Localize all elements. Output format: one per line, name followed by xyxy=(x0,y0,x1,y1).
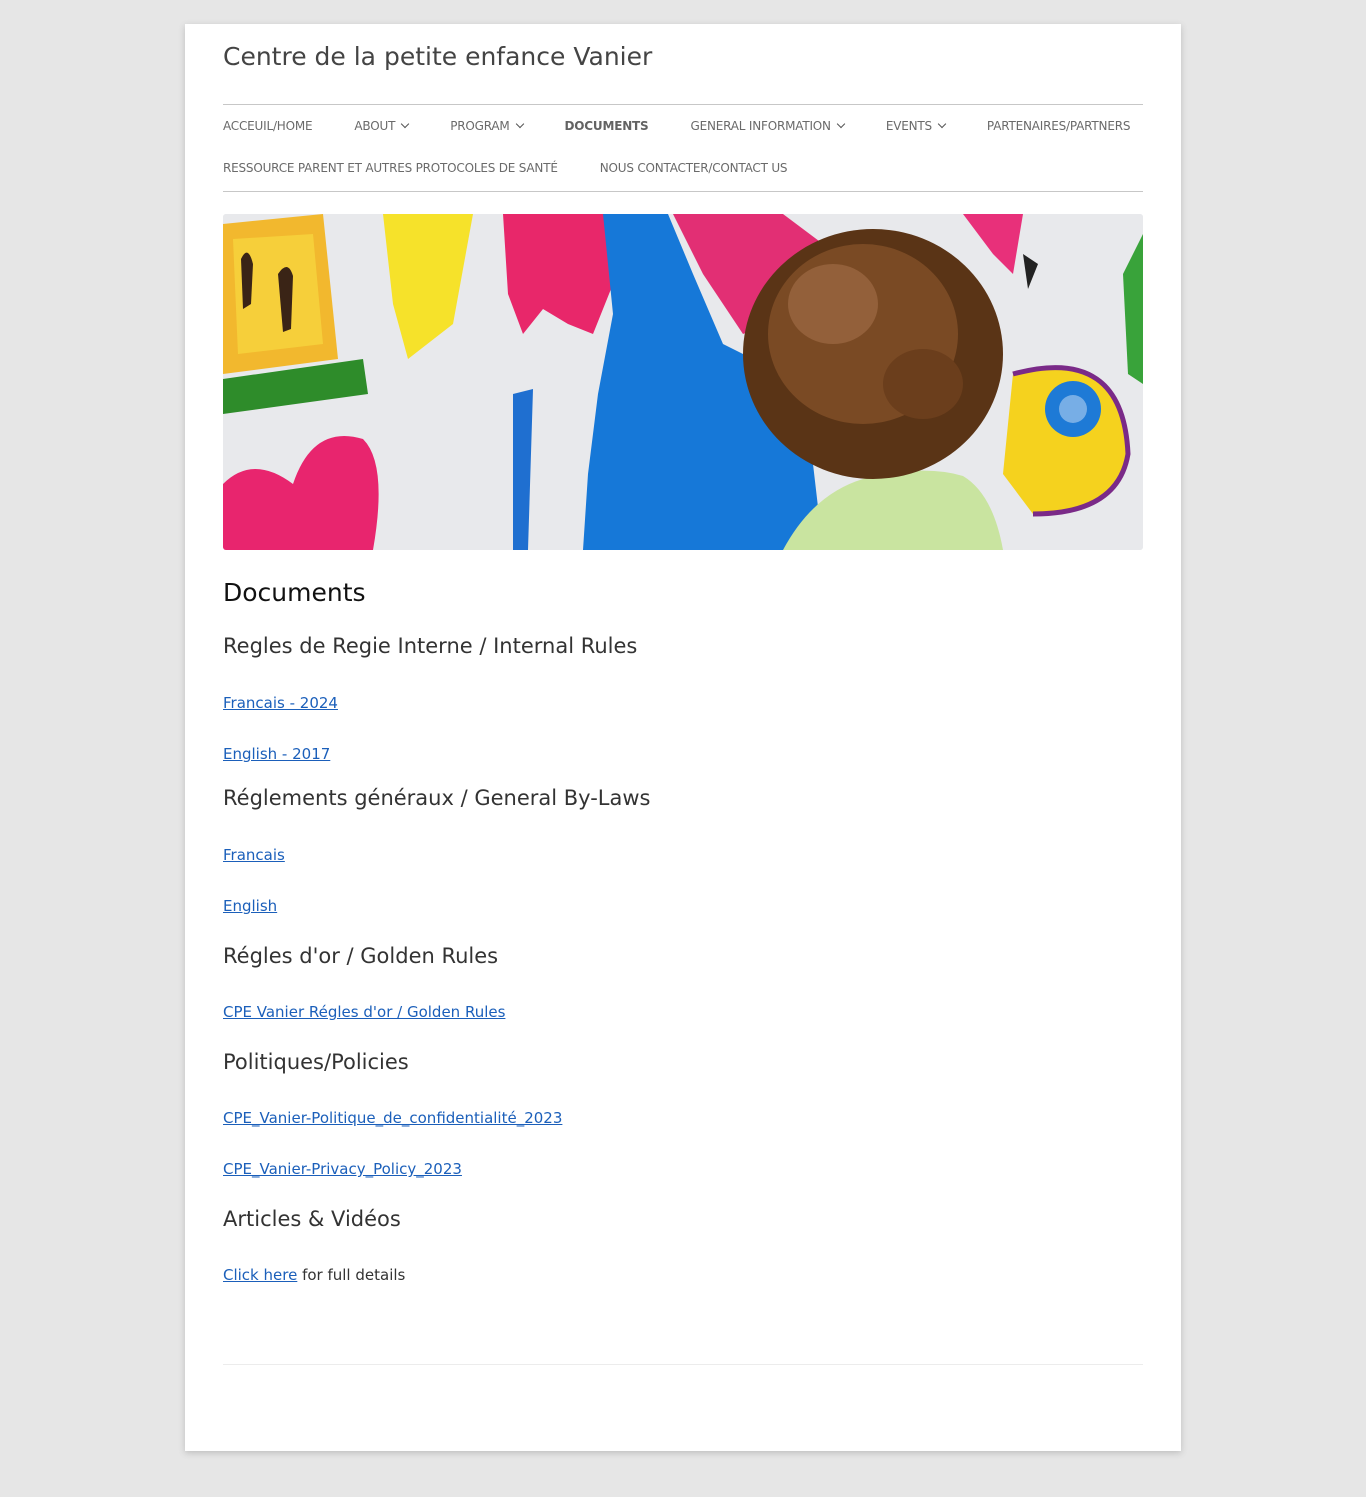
nav-label: PROGRAM xyxy=(450,119,510,133)
main-navigation: ACCEUIL/HOME ABOUT PROGRAM DOCUMENTS GEN… xyxy=(223,104,1143,192)
section-policies: Politiques/Policies xyxy=(223,1050,409,1074)
section-heading: Réglements généraux / General By-Laws xyxy=(223,786,651,810)
site-title[interactable]: Centre de la petite enfance Vanier xyxy=(223,42,1143,71)
nav-label: DOCUMENTS xyxy=(564,119,649,133)
section-internal-rules: Regles de Regie Interne / Internal Rules xyxy=(223,634,637,658)
nav-label: PARTENAIRES/PARTNERS xyxy=(986,119,1131,133)
chevron-down-icon xyxy=(515,119,524,129)
nav-item-program[interactable]: PROGRAM xyxy=(450,119,524,133)
footer-divider xyxy=(223,1364,1143,1365)
nav-label: NOUS CONTACTER/CONTACT US xyxy=(599,161,788,175)
nav-item-home[interactable]: ACCEUIL/HOME xyxy=(223,119,313,133)
document-link-internal-rules-french[interactable]: Francais - 2024 xyxy=(223,694,338,712)
section-golden-rules: Régles d'or / Golden Rules xyxy=(223,944,498,968)
main-content: Documents Regles de Regie Interne / Inte… xyxy=(223,572,1143,1284)
nav-item-contact[interactable]: NOUS CONTACTER/CONTACT US xyxy=(600,161,788,175)
document-link-privacy-policy-french[interactable]: CPE_Vanier-Politique_de_confidentialité_… xyxy=(223,1109,562,1127)
document-link-bylaws-english[interactable]: English xyxy=(223,897,277,915)
header-image xyxy=(223,214,1143,550)
articles-paragraph: Click here for full details xyxy=(223,1265,405,1284)
section-heading: Regles de Regie Interne / Internal Rules xyxy=(223,634,638,658)
nav-item-partners[interactable]: PARTENAIRES/PARTNERS xyxy=(986,119,1131,133)
chevron-down-icon xyxy=(937,119,947,129)
document-link-internal-rules-english[interactable]: English - 2017 xyxy=(223,745,330,763)
document-link-bylaws-french[interactable]: Francais xyxy=(223,846,285,864)
nav-item-documents[interactable]: DOCUMENTS xyxy=(565,119,649,133)
nav-label: RESSOURCE PARENT ET AUTRES PROTOCOLES DE… xyxy=(223,161,558,175)
document-link-golden-rules[interactable]: CPE Vanier Régles d'or / Golden Rules xyxy=(223,1003,505,1021)
nav-item-about[interactable]: ABOUT xyxy=(354,119,410,133)
section-heading: Régles d'or / Golden Rules xyxy=(223,944,499,968)
section-articles-videos: Articles & Vidéos xyxy=(223,1207,401,1231)
nav-label: GENERAL INFORMATION xyxy=(690,119,831,133)
nav-row-1: ACCEUIL/HOME ABOUT PROGRAM DOCUMENTS GEN… xyxy=(223,105,1172,147)
nav-label: ACCEUIL/HOME xyxy=(223,119,313,133)
nav-item-parent-resources[interactable]: RESSOURCE PARENT ET AUTRES PROTOCOLES DE… xyxy=(223,161,558,175)
section-heading: Articles & Vidéos xyxy=(223,1207,401,1231)
child-painting-illustration xyxy=(223,214,1143,550)
nav-item-events[interactable]: EVENTS xyxy=(885,119,947,133)
nav-label: ABOUT xyxy=(354,119,396,133)
section-general-bylaws: Réglements généraux / General By-Laws xyxy=(223,786,651,810)
nav-label: EVENTS xyxy=(885,119,932,133)
articles-trailing-text: for full details xyxy=(297,1266,406,1284)
click-here-link[interactable]: Click here xyxy=(223,1266,297,1284)
chevron-down-icon xyxy=(400,119,410,129)
chevron-down-icon xyxy=(836,119,846,129)
document-link-privacy-policy-english[interactable]: CPE_Vanier-Privacy_Policy_2023 xyxy=(223,1160,462,1178)
section-heading: Politiques/Policies xyxy=(223,1050,409,1074)
page-title: Documents xyxy=(223,578,366,607)
nav-item-general-information[interactable]: GENERAL INFORMATION xyxy=(690,119,846,133)
page-container: Centre de la petite enfance Vanier ACCEU… xyxy=(185,24,1181,1451)
nav-row-2: RESSOURCE PARENT ET AUTRES PROTOCOLES DE… xyxy=(223,147,829,189)
